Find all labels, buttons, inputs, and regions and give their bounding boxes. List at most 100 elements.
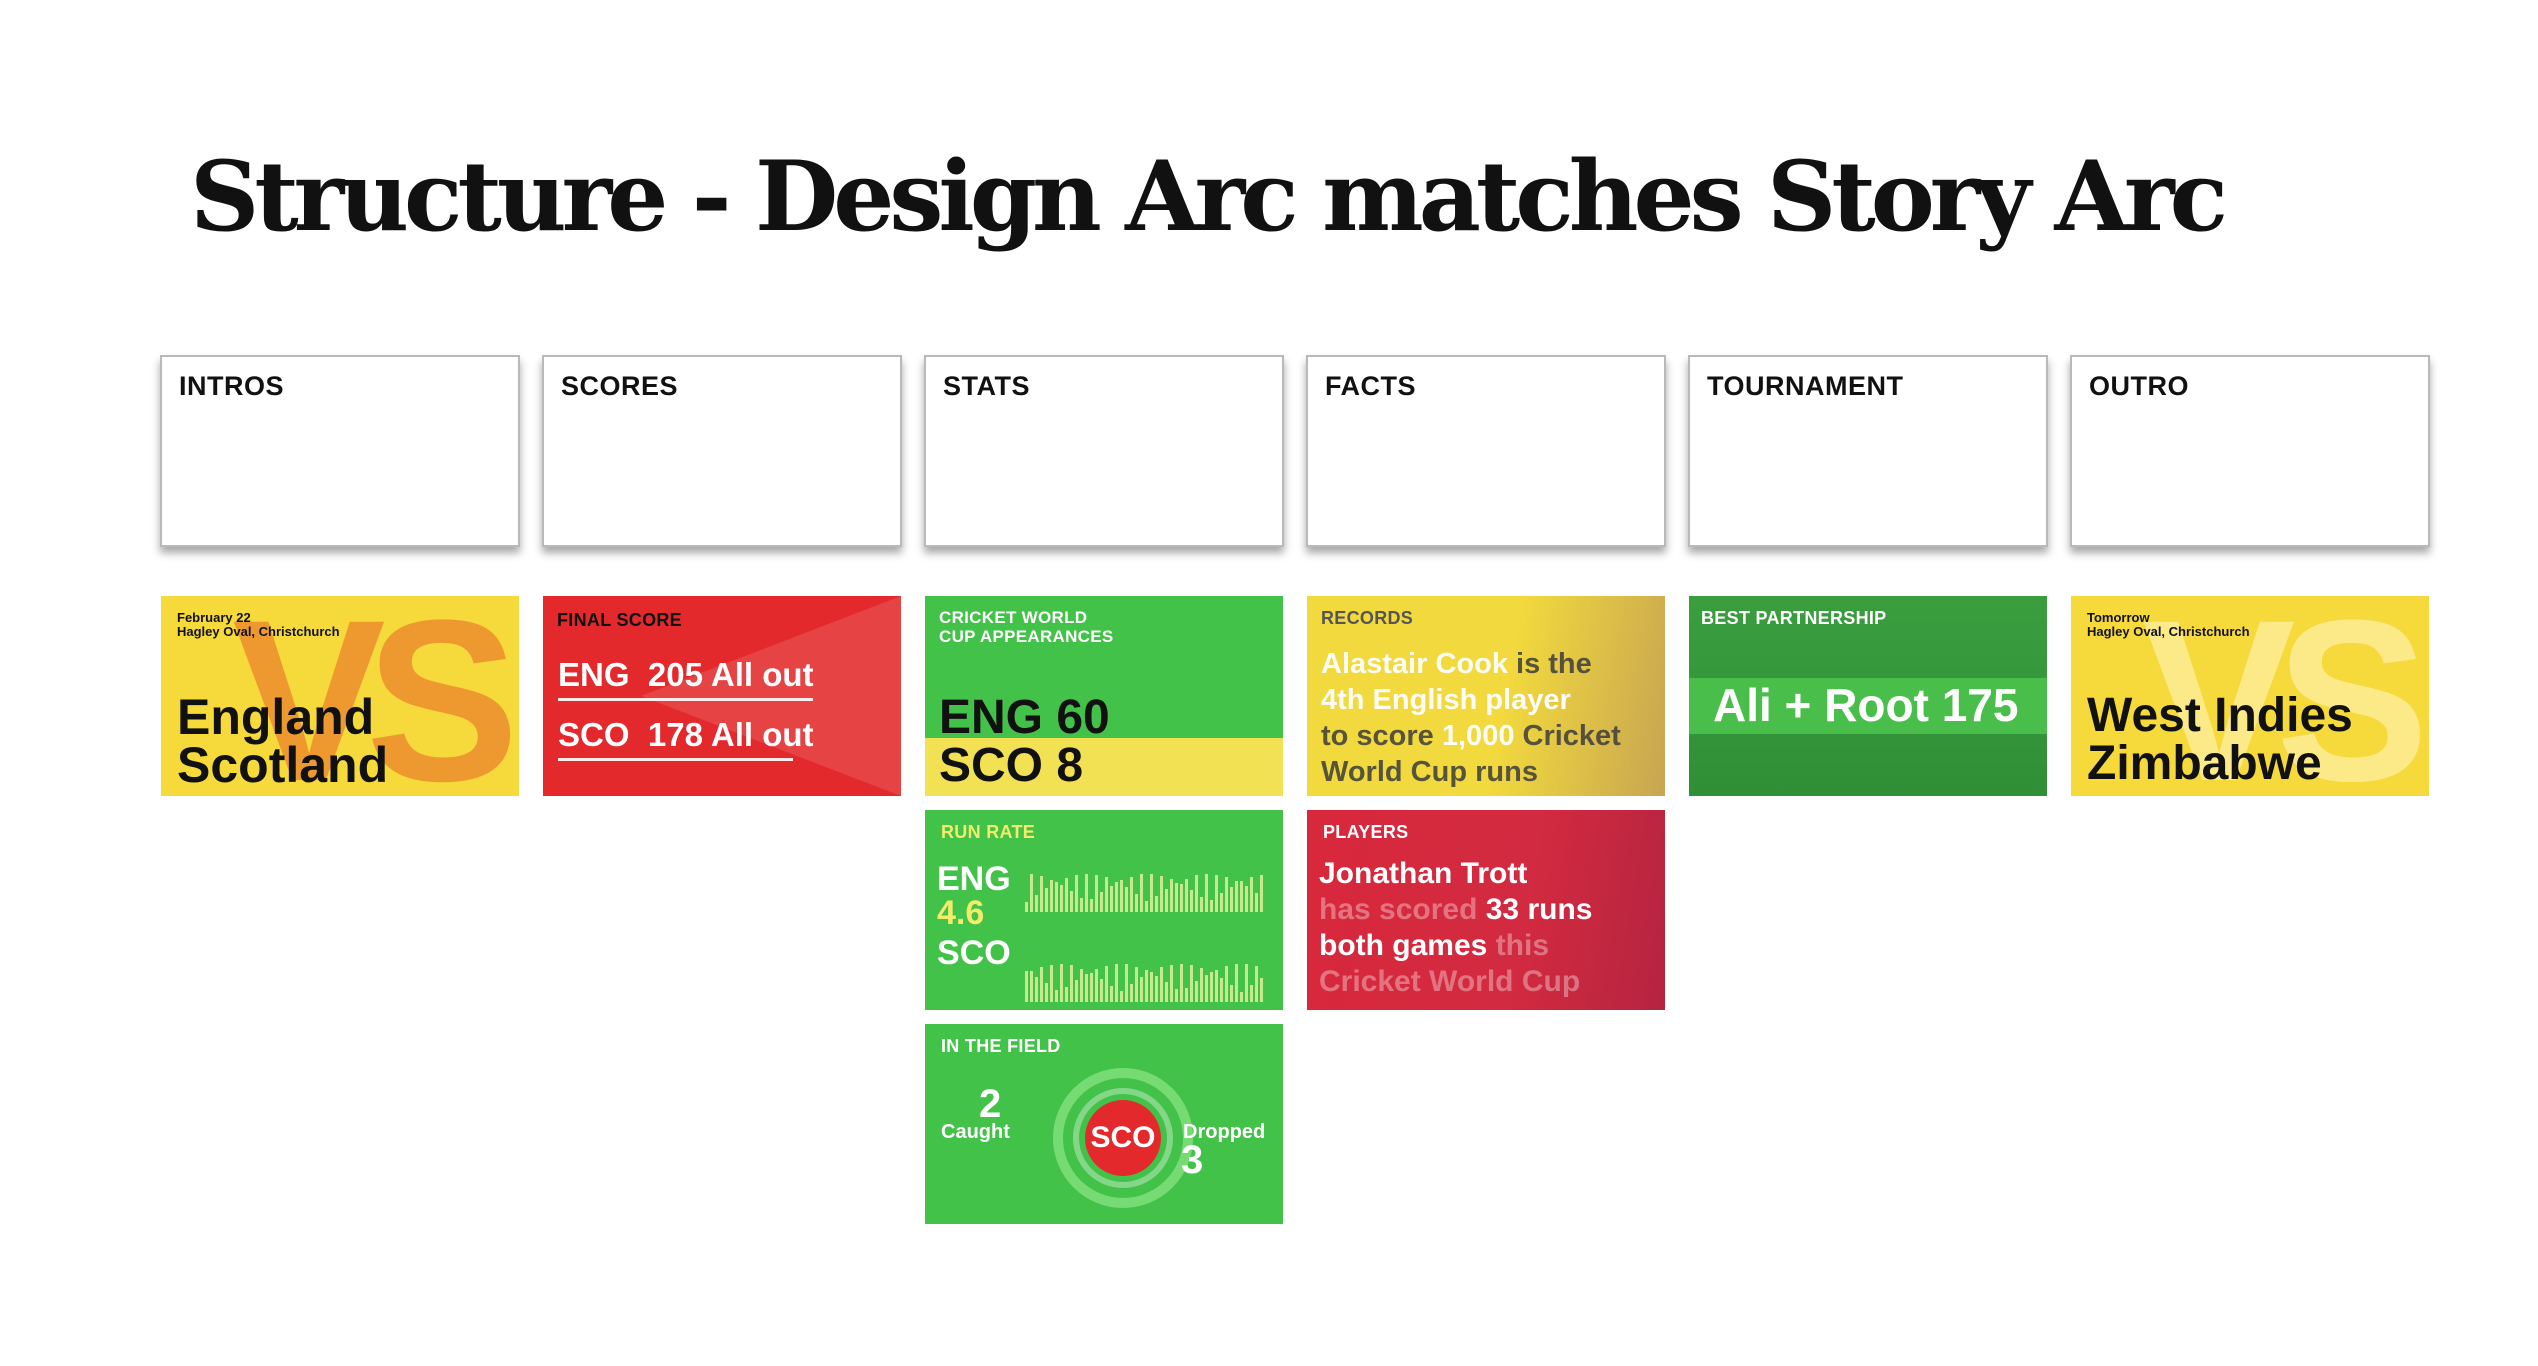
intro-venue: Hagley Oval, Christchurch — [177, 624, 340, 639]
run-rate-bar — [1090, 973, 1093, 1002]
run-rate-bar — [1155, 896, 1158, 912]
partnership-text: Ali + Root 175 — [1713, 679, 2019, 731]
run-rate-bar — [1260, 875, 1263, 912]
run-rate-bar — [1150, 874, 1153, 912]
run-rate-bar — [1240, 992, 1243, 1002]
run-rate-bar — [1055, 882, 1058, 912]
run-rate-bar — [1105, 966, 1108, 1002]
run-rate-bar — [1095, 875, 1098, 912]
run-rate-bar — [1145, 970, 1148, 1002]
run-rate-bar — [1160, 967, 1163, 1002]
run-rate-bar — [1205, 874, 1208, 912]
run-rate-bars-eng — [1025, 870, 1270, 912]
records-text-part: is the — [1507, 648, 1592, 680]
intro-card: VS February 22 Hagley Oval, Christchurch… — [161, 596, 519, 796]
dropped-number: 3 — [1181, 1138, 1204, 1182]
outro-date: Tomorrow — [2087, 610, 2150, 625]
run-rate-bar — [1025, 902, 1028, 912]
column-tournament: TOURNAMENT — [1688, 355, 2048, 547]
partnership-card: BEST PARTNERSHIP Ali + Root 175 — [1689, 596, 2047, 796]
column-scores: SCORES — [542, 355, 902, 547]
run-rate-bar — [1160, 876, 1163, 912]
run-rate-bar — [1115, 964, 1118, 1002]
players-text-part: this — [1487, 929, 1550, 962]
run-rate-bar — [1070, 965, 1073, 1002]
score-team: ENG — [558, 656, 630, 693]
players-runs: 33 runs — [1485, 893, 1593, 926]
run-rate-bar — [1065, 987, 1068, 1002]
run-rate-bar — [1225, 877, 1228, 912]
run-rate-bar — [1200, 897, 1203, 912]
records-number: 1,000 — [1441, 720, 1515, 752]
run-rate-bar — [1170, 879, 1173, 912]
records-tag: RECORDS — [1321, 608, 1414, 628]
run-rate-bar — [1130, 984, 1133, 1002]
run-rate-bar — [1120, 880, 1123, 912]
column-label: OUTRO — [2089, 371, 2189, 401]
in-field-card: IN THE FIELD SCO 2 Caught Dropped 3 — [925, 1024, 1283, 1224]
run-rate-bar — [1140, 874, 1143, 912]
run-rate-bar — [1060, 885, 1063, 912]
score-line-sco: SCO 178 All out — [558, 716, 814, 754]
run-rate-bar — [1225, 966, 1228, 1002]
players-card: PLAYERS Jonathan Trott has scored 33 run… — [1307, 810, 1665, 1010]
column-label: STATS — [943, 371, 1030, 401]
run-rate-bar — [1245, 886, 1248, 912]
records-name: Alastair Cook — [1321, 648, 1508, 680]
outro-card: VS Tomorrow Hagley Oval, Christchurch We… — [2071, 596, 2429, 796]
run-rate-bar — [1175, 989, 1178, 1002]
score-team: SCO — [558, 716, 630, 753]
run-rate-bar — [1170, 965, 1173, 1002]
score-value: 205 All out — [647, 656, 814, 693]
run-rate-bar — [1110, 986, 1113, 1002]
run-rate-bar — [1080, 898, 1083, 912]
run-rate-bar — [1125, 964, 1128, 1002]
run-rate-bar — [1040, 967, 1043, 1002]
run-rate-bar — [1255, 966, 1258, 1002]
intro-team2: Scotland — [177, 737, 389, 793]
run-rate-bar — [1165, 889, 1168, 912]
team-disc: SCO — [1085, 1100, 1161, 1176]
run-rate-bar — [1180, 884, 1183, 912]
run-rate-bars-sco — [1025, 960, 1270, 1002]
run-rate-bar — [1220, 893, 1223, 912]
records-card: RECORDS Alastair Cook is the 4th English… — [1307, 596, 1665, 796]
run-rate-bar — [1035, 977, 1038, 1002]
column-stats: STATS — [924, 355, 1284, 547]
players-text-part: has scored — [1319, 893, 1486, 926]
run-rate-bar — [1030, 971, 1033, 1002]
records-text-part: to score — [1321, 720, 1442, 752]
run-rate-bar — [1090, 899, 1093, 912]
run-rate-bar — [1260, 978, 1263, 1002]
players-text: Jonathan Trott has scored 33 runs both g… — [1319, 856, 1592, 1000]
run-rate-card: RUN RATE ENG 4.6 SCO — [925, 810, 1283, 1010]
run-rate-bar — [1215, 875, 1218, 912]
run-rate-bar — [1085, 974, 1088, 1002]
run-rate-bar — [1250, 877, 1253, 912]
run-rate-bar — [1215, 970, 1218, 1002]
run-rate-bar — [1120, 991, 1123, 1002]
players-tag: PLAYERS — [1323, 822, 1409, 842]
run-rate-bar — [1035, 895, 1038, 912]
run-rate-bar — [1095, 969, 1098, 1002]
column-label: INTROS — [179, 371, 285, 401]
outro-team2: Zimbabwe — [2087, 737, 2322, 790]
player-name: Jonathan Trott — [1319, 857, 1528, 890]
run-rate-bar — [1115, 882, 1118, 912]
run-rate-bar — [1085, 874, 1088, 912]
run-rate-bar — [1110, 886, 1113, 912]
run-rate-bar — [1195, 875, 1198, 912]
run-rate-bar — [1040, 876, 1043, 912]
run-rate-value: 4.6 — [937, 894, 985, 932]
run-rate-bar — [1080, 969, 1083, 1002]
run-rate-bar — [1135, 967, 1138, 1002]
run-rate-bar — [1025, 971, 1028, 1002]
run-rate-bar — [1145, 901, 1148, 912]
run-rate-bar — [1045, 983, 1048, 1002]
run-rate-bar — [1180, 964, 1183, 1002]
appearances-tag-2: CUP APPEARANCES — [939, 627, 1114, 646]
run-rate-bar — [1075, 875, 1078, 912]
run-rate-bar — [1135, 894, 1138, 912]
slide-title: Structure - Design Arc matches Story Arc — [190, 140, 2228, 253]
records-text: Alastair Cook is the 4th English player … — [1321, 646, 1621, 790]
